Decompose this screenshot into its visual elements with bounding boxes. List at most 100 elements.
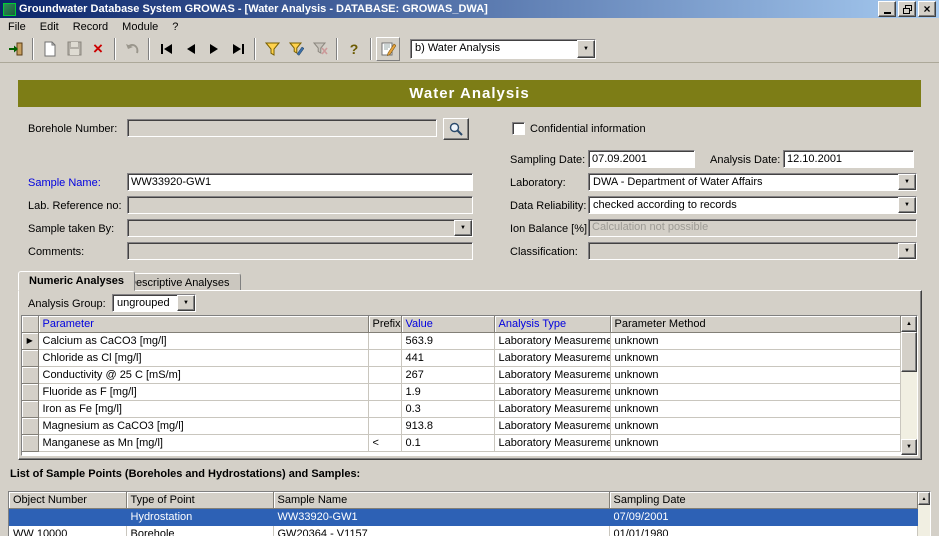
cell-prefix[interactable] [368, 333, 401, 350]
tab-descriptive-analyses[interactable]: Descriptive Analyses [117, 273, 241, 291]
edit-record-button[interactable] [376, 37, 400, 61]
chevron-down-icon[interactable]: ▼ [454, 220, 472, 236]
cell-sampling-date[interactable]: 07/09/2001 [609, 509, 918, 526]
tab-numeric-analyses[interactable]: Numeric Analyses [18, 271, 135, 291]
comments-input[interactable] [127, 242, 473, 260]
borehole-search-button[interactable] [443, 118, 469, 140]
lab-reference-input[interactable] [127, 196, 473, 214]
cell-value[interactable]: 267 [401, 367, 494, 384]
analysis-row[interactable]: Conductivity @ 25 C [mS/m] 267 Laborator… [22, 367, 901, 384]
column-header-prefix[interactable]: Prefix [368, 316, 401, 333]
cell-analysis-type[interactable]: Laboratory Measurement [494, 418, 610, 435]
filter-edit-button[interactable] [284, 37, 308, 61]
chevron-down-icon[interactable]: ▼ [898, 243, 916, 259]
cell-type-of-point[interactable]: Hydrostation [126, 509, 273, 526]
cell-analysis-type[interactable]: Laboratory Measurement [494, 435, 610, 452]
sample-points-scrollbar[interactable]: ▲ [918, 492, 930, 536]
chevron-down-icon[interactable]: ▼ [177, 295, 195, 311]
classification-select[interactable]: ▼ [588, 242, 917, 260]
menu-module[interactable]: Module [115, 19, 165, 35]
column-header-parameter[interactable]: Parameter [38, 316, 368, 333]
filter-remove-button[interactable] [308, 37, 332, 61]
analysis-row[interactable]: Chloride as Cl [mg/l] 441 Laboratory Mea… [22, 350, 901, 367]
cell-value[interactable]: 0.3 [401, 401, 494, 418]
cell-object-number[interactable] [9, 509, 126, 526]
analysis-group-select[interactable]: ungrouped ▼ [112, 294, 196, 312]
cell-sampling-date[interactable]: 01/01/1980 [609, 526, 918, 536]
menu-edit[interactable]: Edit [33, 19, 66, 35]
help-button[interactable]: ? [342, 37, 366, 61]
cell-parameter-method[interactable]: unknown [610, 435, 901, 452]
menu-help[interactable]: ? [165, 19, 185, 35]
cell-parameter[interactable]: Fluoride as F [mg/l] [38, 384, 368, 401]
previous-record-button[interactable] [178, 37, 202, 61]
cell-parameter-method[interactable]: unknown [610, 333, 901, 350]
analysis-row[interactable]: Magnesium as CaCO3 [mg/l] 913.8 Laborato… [22, 418, 901, 435]
cell-parameter-method[interactable]: unknown [610, 350, 901, 367]
filter-button[interactable] [260, 37, 284, 61]
cell-parameter[interactable]: Magnesium as CaCO3 [mg/l] [38, 418, 368, 435]
undo-button[interactable] [120, 37, 144, 61]
cell-parameter-method[interactable]: unknown [610, 384, 901, 401]
column-header-sample-name[interactable]: Sample Name [273, 492, 609, 509]
sample-taken-by-select[interactable]: ▼ [127, 219, 473, 237]
close-button[interactable]: × [918, 1, 936, 17]
next-record-button[interactable] [202, 37, 226, 61]
first-record-button[interactable] [154, 37, 178, 61]
cell-sample-name[interactable]: WW33920-GW1 [273, 509, 609, 526]
analysis-row[interactable]: Iron as Fe [mg/l] 0.3 Laboratory Measure… [22, 401, 901, 418]
analysis-row[interactable]: ▶ Calcium as CaCO3 [mg/l] 563.9 Laborato… [22, 333, 901, 350]
cell-prefix[interactable] [368, 401, 401, 418]
scroll-up-icon[interactable]: ▲ [918, 492, 930, 505]
menu-record[interactable]: Record [66, 19, 115, 35]
title-bar[interactable]: Groundwater Database System GROWAS - [Wa… [0, 0, 939, 18]
delete-button[interactable]: × [86, 37, 110, 61]
analysis-row[interactable]: Fluoride as F [mg/l] 1.9 Laboratory Meas… [22, 384, 901, 401]
cell-analysis-type[interactable]: Laboratory Measurement [494, 384, 610, 401]
cell-value[interactable]: 913.8 [401, 418, 494, 435]
column-header-parameter-method[interactable]: Parameter Method [610, 316, 901, 333]
cell-object-number[interactable]: WW 10000 [9, 526, 126, 536]
cell-analysis-type[interactable]: Laboratory Measurement [494, 367, 610, 384]
column-header-sampling-date[interactable]: Sampling Date [609, 492, 918, 509]
analysis-row[interactable]: Manganese as Mn [mg/l] < 0.1 Laboratory … [22, 435, 901, 452]
cell-value[interactable]: 563.9 [401, 333, 494, 350]
cell-prefix[interactable] [368, 384, 401, 401]
exit-button[interactable] [4, 37, 28, 61]
sample-point-row[interactable]: WW 10000 Borehole GW20364 - V1157 01/01/… [9, 526, 918, 536]
cell-sample-name[interactable]: GW20364 - V1157 [273, 526, 609, 536]
cell-parameter[interactable]: Calcium as CaCO3 [mg/l] [38, 333, 368, 350]
cell-prefix[interactable]: < [368, 435, 401, 452]
confidential-checkbox[interactable] [512, 122, 525, 135]
cell-parameter[interactable]: Manganese as Mn [mg/l] [38, 435, 368, 452]
scroll-down-icon[interactable]: ▼ [901, 439, 917, 455]
cell-type-of-point[interactable]: Borehole [126, 526, 273, 536]
cell-analysis-type[interactable]: Laboratory Measurement [494, 333, 610, 350]
borehole-number-input[interactable] [127, 119, 437, 137]
chevron-down-icon[interactable]: ▼ [898, 174, 916, 190]
column-header-value[interactable]: Value [401, 316, 494, 333]
new-record-button[interactable] [38, 37, 62, 61]
cell-analysis-type[interactable]: Laboratory Measurement [494, 350, 610, 367]
scroll-up-icon[interactable]: ▲ [901, 316, 917, 332]
cell-value[interactable]: 441 [401, 350, 494, 367]
cell-prefix[interactable] [368, 350, 401, 367]
cell-value[interactable]: 1.9 [401, 384, 494, 401]
chevron-down-icon[interactable]: ▼ [577, 40, 595, 58]
minimize-button[interactable] [878, 1, 896, 17]
analyses-scrollbar[interactable]: ▲ ▼ [901, 316, 917, 455]
data-reliability-select[interactable]: checked according to records ▼ [588, 196, 917, 214]
cell-parameter[interactable]: Chloride as Cl [mg/l] [38, 350, 368, 367]
sample-name-input[interactable] [127, 173, 473, 191]
analysis-date-input[interactable] [783, 150, 914, 168]
cell-value[interactable]: 0.1 [401, 435, 494, 452]
module-selector[interactable]: b) Water Analysis ▼ [410, 39, 596, 59]
sampling-date-input[interactable] [588, 150, 695, 168]
chevron-down-icon[interactable]: ▼ [898, 197, 916, 213]
scrollbar-thumb[interactable] [901, 332, 917, 372]
cell-parameter-method[interactable]: unknown [610, 418, 901, 435]
cell-parameter-method[interactable]: unknown [610, 401, 901, 418]
last-record-button[interactable] [226, 37, 250, 61]
cell-prefix[interactable] [368, 367, 401, 384]
menu-file[interactable]: File [1, 19, 33, 35]
